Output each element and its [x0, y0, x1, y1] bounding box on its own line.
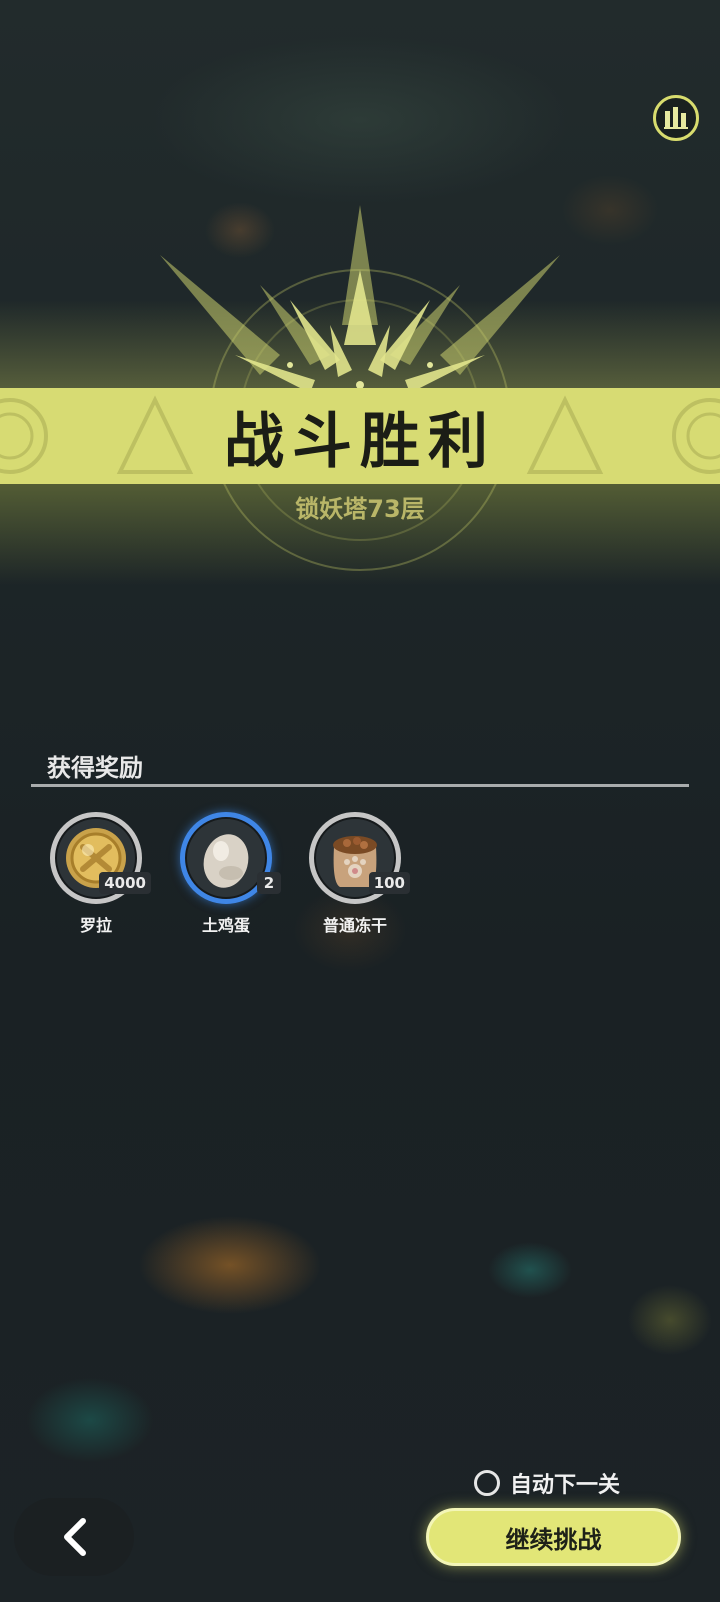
stage-name: 锁妖塔73层	[295, 495, 425, 523]
reward-item[interactable]: 100 普通冻干	[300, 812, 410, 942]
reward-name: 土鸡蛋	[201, 916, 250, 935]
bar-chart-icon	[664, 107, 688, 129]
back-button[interactable]	[14, 1498, 134, 1576]
egg-icon	[203, 834, 249, 888]
continue-challenge-button[interactable]: 继续挑战	[426, 1508, 681, 1566]
reward-name: 罗拉	[79, 916, 112, 935]
chevron-left-icon	[64, 1518, 86, 1556]
victory-title: 战斗胜利	[224, 406, 496, 477]
reward-quantity: 4000	[99, 872, 151, 894]
continue-label: 继续挑战	[505, 1525, 602, 1554]
rewards-header: 获得奖励	[47, 754, 143, 782]
reward-item[interactable]: 4000 罗拉	[41, 812, 151, 942]
auto-next-toggle[interactable]: 自动下一关	[474, 1467, 620, 1499]
auto-next-radio[interactable]	[474, 1470, 500, 1496]
reward-quantity: 100	[368, 872, 410, 894]
reward-name: 普通冻干	[322, 916, 387, 935]
rewards-divider	[31, 784, 689, 787]
battle-stats-button[interactable]	[653, 95, 699, 141]
reward-item[interactable]: 2 土鸡蛋	[171, 812, 281, 942]
auto-next-label: 自动下一关	[510, 1473, 621, 1498]
reward-quantity: 2	[257, 872, 281, 894]
